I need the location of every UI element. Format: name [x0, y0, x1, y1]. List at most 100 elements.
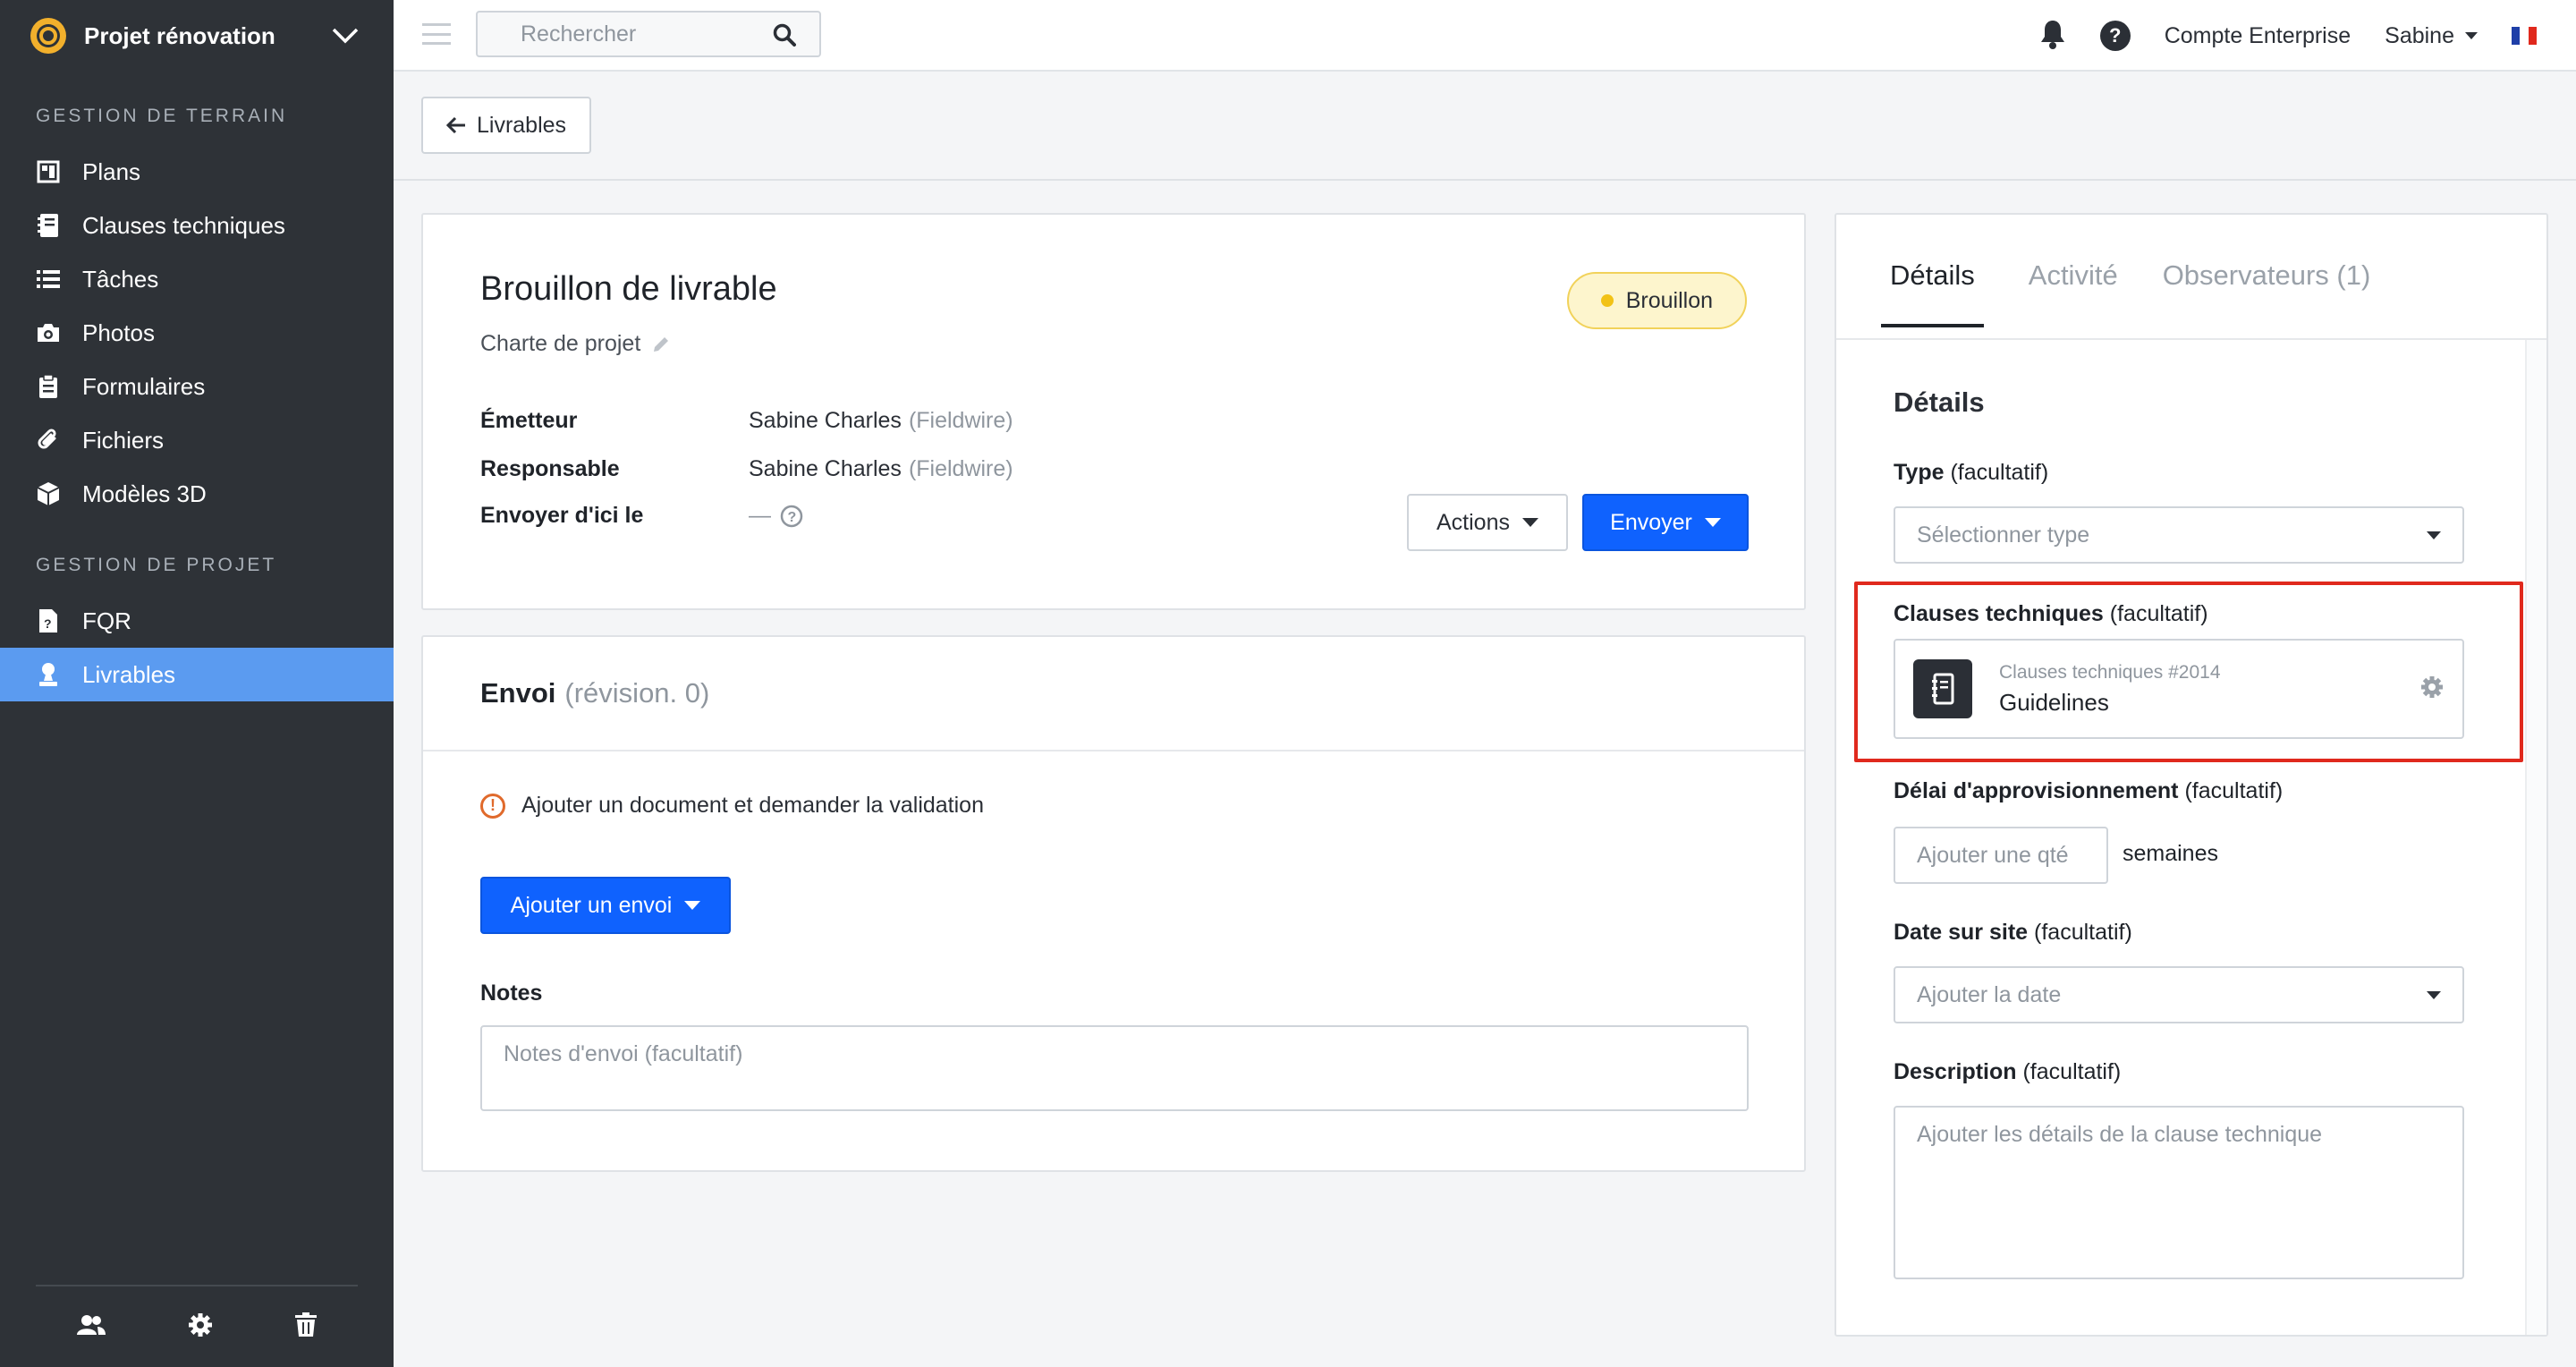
warning-message: ! Ajouter un document et demander la val…	[480, 793, 984, 819]
type-select[interactable]: Sélectionner type	[1894, 506, 2464, 564]
sidebar-item-label: Formulaires	[82, 372, 206, 400]
on-site-date-select[interactable]: Ajouter la date	[1894, 966, 2464, 1023]
notifications-bell-icon[interactable]	[2039, 19, 2066, 54]
submittal-subtitle[interactable]: Charte de projet	[480, 331, 671, 357]
caret-down-icon	[684, 901, 701, 910]
actions-label: Actions	[1436, 509, 1510, 535]
due-date-label: Envoyer d'ici le	[480, 503, 644, 528]
project-switcher[interactable]: Projet rénovation	[0, 0, 394, 72]
help-icon[interactable]: ?	[2099, 21, 2131, 51]
sidebar-item-submittals[interactable]: Livrables	[0, 648, 394, 701]
arrow-left-icon	[446, 116, 465, 134]
sidebar-item-3d-models[interactable]: Modèles 3D	[0, 467, 394, 521]
status-text: Brouillon	[1625, 287, 1713, 313]
issuer-label: Émetteur	[480, 408, 578, 433]
spec-book-icon	[36, 213, 61, 238]
sidebar-item-fqr[interactable]: ? FQR	[0, 594, 394, 648]
send-dropdown-button[interactable]: Envoyer	[1582, 494, 1749, 551]
user-stamp-icon	[36, 662, 61, 687]
search-icon[interactable]	[773, 23, 796, 51]
lead-time-input[interactable]	[1894, 827, 2108, 884]
status-badge: Brouillon	[1566, 272, 1747, 329]
sidebar-item-photos[interactable]: Photos	[0, 306, 394, 360]
sidebar-item-files[interactable]: Fichiers	[0, 413, 394, 467]
panel-tabs: Détails Activité Observateurs (1)	[1881, 259, 2415, 327]
spec-name: Guidelines	[1999, 688, 2109, 716]
issuer-name: Sabine Charles	[749, 408, 902, 433]
account-name[interactable]: Compte Enterprise	[2165, 23, 2351, 49]
issuer-row: Émetteur Sabine Charles (Fieldwire)	[480, 408, 1013, 434]
sidebar-item-label: Plans	[82, 157, 141, 185]
chevron-down-icon	[2465, 32, 2478, 39]
caret-down-icon	[2427, 531, 2441, 539]
issuer-org: (Fieldwire)	[908, 408, 1013, 433]
actions-dropdown-button[interactable]: Actions	[1407, 494, 1568, 551]
back-to-submittals-button[interactable]: Livrables	[421, 97, 592, 154]
gear-icon[interactable]	[2419, 675, 2445, 704]
warning-text: Ajouter un document et demander la valid…	[521, 793, 984, 818]
cube-icon	[36, 481, 61, 506]
team-icon[interactable]	[77, 1314, 106, 1340]
sidebar-item-plans[interactable]: Plans	[0, 145, 394, 199]
sidebar-item-forms[interactable]: Formulaires	[0, 360, 394, 413]
camera-icon	[36, 320, 61, 345]
caret-down-icon	[1704, 518, 1721, 527]
spec-number: Clauses techniques #2014	[1999, 661, 2221, 683]
section-project-management: GESTION DE PROJET	[36, 555, 277, 575]
plans-icon	[36, 159, 61, 184]
panel-scrollbar[interactable]	[2525, 340, 2546, 1335]
responsible-org: (Fieldwire)	[908, 456, 1013, 481]
tab-details[interactable]: Détails	[1881, 259, 1984, 327]
tabs-divider	[1836, 338, 2546, 340]
sidebar-item-label: Photos	[82, 318, 155, 346]
spec-label: Clauses techniques (facultatif)	[1894, 601, 2208, 626]
back-button-label: Livrables	[477, 112, 567, 138]
french-flag-icon[interactable]	[2512, 27, 2537, 45]
sidebar-footer	[36, 1285, 358, 1367]
due-date-row: Envoyer d'ici le — ?	[480, 503, 803, 529]
subtitle-text: Charte de projet	[480, 331, 641, 356]
trash-icon[interactable]	[295, 1312, 317, 1342]
svg-text:?: ?	[44, 616, 52, 631]
responsible-name: Sabine Charles	[749, 456, 902, 481]
submission-revision: (révision. 0)	[564, 677, 710, 709]
add-submission-label: Ajouter un envoi	[510, 892, 673, 918]
type-select-placeholder: Sélectionner type	[1917, 522, 2090, 548]
question-circle-icon[interactable]: ?	[780, 505, 803, 528]
tab-watchers[interactable]: Observateurs (1)	[2163, 259, 2371, 327]
submission-title: Envoi	[480, 677, 556, 709]
details-heading: Détails	[1894, 386, 1985, 418]
menu-icon[interactable]	[422, 23, 451, 45]
pencil-icon[interactable]	[651, 335, 671, 354]
user-menu[interactable]: Sabine	[2385, 23, 2478, 49]
submission-header: Envoi (révision. 0)	[423, 637, 1804, 751]
lead-time-unit: semaines	[2123, 841, 2218, 866]
notes-textarea[interactable]	[480, 1025, 1749, 1111]
responsible-row: Responsable Sabine Charles (Fieldwire)	[480, 456, 1013, 482]
document-icon: ?	[36, 608, 61, 633]
linked-spec-card[interactable]: Clauses techniques #2014 Guidelines	[1894, 639, 2464, 739]
clipboard-icon	[36, 374, 61, 399]
submission-card: Envoi (révision. 0) ! Ajouter un documen…	[421, 635, 1806, 1172]
sidebar-item-tasks[interactable]: Tâches	[0, 252, 394, 306]
search-box	[476, 11, 821, 57]
sidebar-item-label: FQR	[82, 607, 131, 634]
top-bar: ? Compte Enterprise Sabine	[394, 0, 2576, 72]
paperclip-icon	[36, 428, 61, 453]
due-date-value[interactable]: — ?	[749, 503, 803, 529]
sidebar-item-specs[interactable]: Clauses techniques	[0, 199, 394, 252]
lead-time-label: Délai d'approvisionnement (facultatif)	[1894, 778, 2284, 803]
caret-down-icon	[2427, 990, 2441, 999]
search-input[interactable]	[478, 13, 764, 55]
description-label: Description (facultatif)	[1894, 1059, 2122, 1084]
submittal-summary-card: Brouillon de livrable Charte de projet B…	[421, 213, 1806, 610]
user-name: Sabine	[2385, 22, 2454, 48]
sidebar-item-label: Modèles 3D	[82, 480, 207, 507]
tab-activity[interactable]: Activité	[2029, 259, 2118, 327]
description-textarea[interactable]	[1894, 1106, 2464, 1279]
responsible-label: Responsable	[480, 456, 620, 481]
settings-icon[interactable]	[188, 1312, 213, 1342]
project-title: Projet rénovation	[84, 21, 275, 49]
add-submission-button[interactable]: Ajouter un envoi	[480, 877, 731, 934]
chevron-down-icon[interactable]	[327, 18, 363, 54]
